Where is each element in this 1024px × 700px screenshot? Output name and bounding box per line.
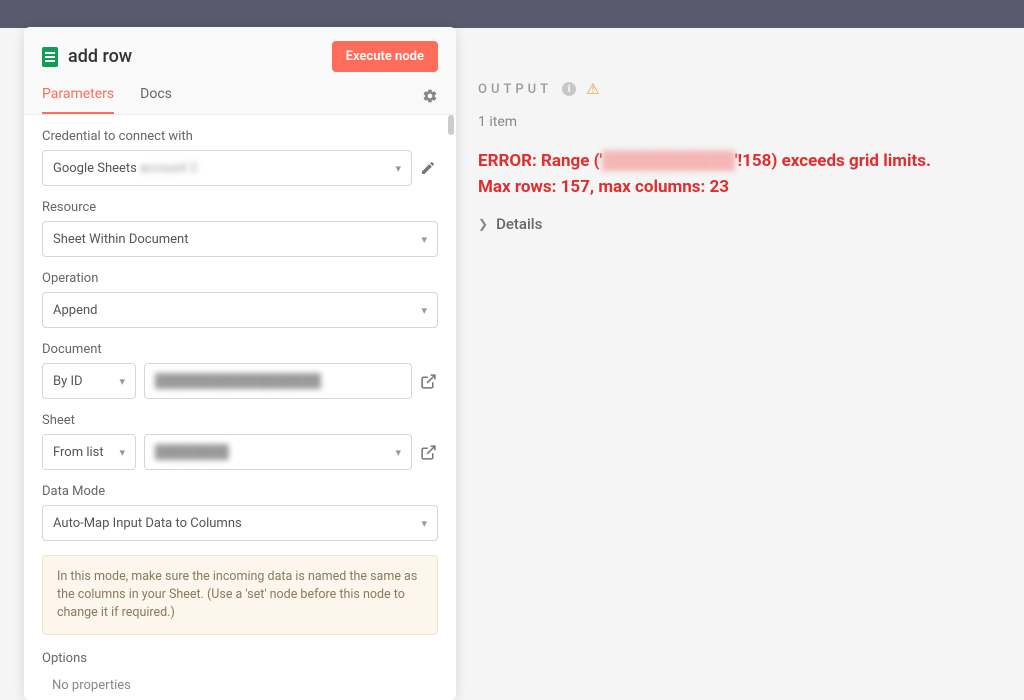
credential-select[interactable]: Google Sheets account 2 ▾ bbox=[42, 150, 412, 186]
datamode-label: Data Mode bbox=[42, 484, 438, 499]
resource-label: Resource bbox=[42, 200, 438, 215]
chevron-down-icon: ▾ bbox=[421, 233, 427, 246]
options-label: Options bbox=[42, 651, 438, 666]
settings-gear-icon[interactable] bbox=[422, 88, 438, 112]
execute-node-button[interactable]: Execute node bbox=[332, 41, 438, 72]
chevron-down-icon: ▾ bbox=[119, 446, 125, 459]
datamode-select[interactable]: Auto-Map Input Data to Columns ▾ bbox=[42, 505, 438, 541]
external-link-icon[interactable] bbox=[420, 444, 438, 461]
tab-docs[interactable]: Docs bbox=[140, 86, 172, 114]
error-message: ERROR: Range ('███████████'!158) exceeds… bbox=[478, 148, 1000, 201]
chevron-right-icon: ❯ bbox=[478, 217, 488, 231]
no-properties-text: No properties bbox=[42, 672, 438, 700]
sheet-mode-select[interactable]: From list ▾ bbox=[42, 434, 136, 470]
details-toggle[interactable]: ❯ Details bbox=[478, 215, 1000, 233]
node-title: add row bbox=[68, 46, 132, 67]
output-heading: OUTPUT i ⚠ bbox=[478, 80, 1000, 98]
sheet-label: Sheet bbox=[42, 413, 438, 428]
external-link-icon[interactable] bbox=[420, 373, 438, 390]
items-count: 1 item bbox=[478, 114, 1000, 130]
app-topbar bbox=[0, 0, 1024, 28]
google-sheets-icon bbox=[42, 47, 58, 67]
chevron-down-icon: ▾ bbox=[395, 446, 401, 459]
chevron-down-icon: ▾ bbox=[395, 162, 401, 175]
chevron-down-icon: ▾ bbox=[119, 375, 125, 388]
document-id-input[interactable]: ██████████████████ bbox=[144, 363, 412, 399]
scrollbar-thumb[interactable] bbox=[448, 115, 454, 135]
edit-pencil-icon[interactable] bbox=[420, 160, 438, 176]
document-mode-select[interactable]: By ID ▾ bbox=[42, 363, 136, 399]
credential-label: Credential to connect with bbox=[42, 129, 438, 144]
tab-parameters[interactable]: Parameters bbox=[42, 86, 114, 114]
operation-select[interactable]: Append ▾ bbox=[42, 292, 438, 328]
sheet-select[interactable]: ████████ ▾ bbox=[144, 434, 412, 470]
resource-select[interactable]: Sheet Within Document ▾ bbox=[42, 221, 438, 257]
chevron-down-icon: ▾ bbox=[421, 304, 427, 317]
info-notice: In this mode, make sure the incoming dat… bbox=[42, 555, 438, 635]
operation-label: Operation bbox=[42, 271, 438, 286]
warning-icon[interactable]: ⚠ bbox=[586, 80, 599, 98]
chevron-down-icon: ▾ bbox=[421, 517, 427, 530]
info-icon[interactable]: i bbox=[562, 82, 576, 96]
node-config-panel: add row Execute node Parameters Docs bbox=[24, 27, 456, 700]
document-label: Document bbox=[42, 342, 438, 357]
